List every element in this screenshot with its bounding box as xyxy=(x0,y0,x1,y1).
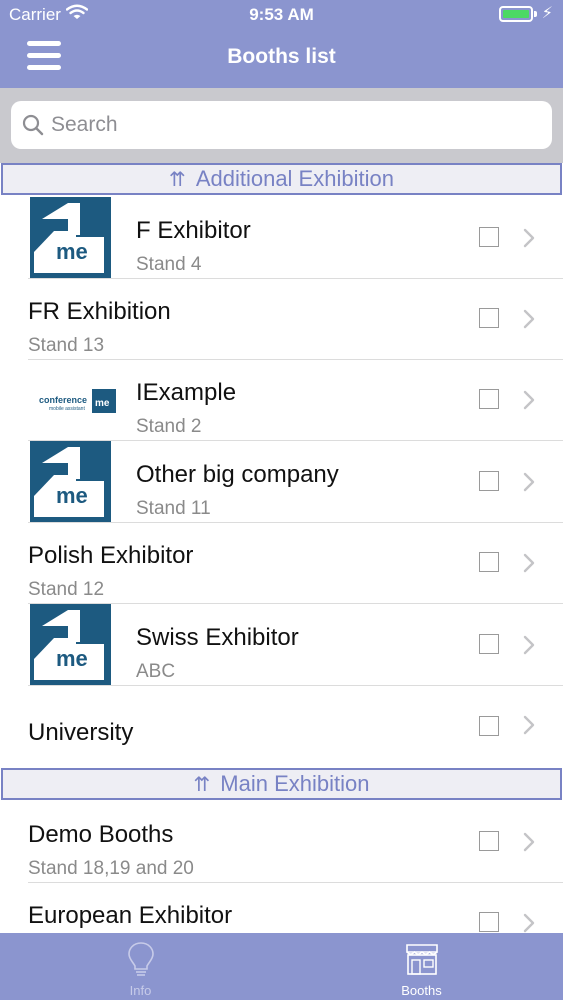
booth-stand: Stand 2 xyxy=(136,416,202,437)
collapse-arrows-icon: ⇈ xyxy=(169,169,186,191)
chevron-right-icon xyxy=(523,228,535,248)
booth-name: Other big company xyxy=(136,461,339,488)
section-title: Additional Exhibition xyxy=(195,166,394,191)
booth-name: European Exhibitor xyxy=(28,902,233,929)
search-field[interactable] xyxy=(11,101,552,149)
booth-row-iexample[interactable]: conference mobile assistant me IExample … xyxy=(0,360,563,441)
chevron-right-icon xyxy=(523,553,535,573)
tab-bar: Info Booths xyxy=(0,933,563,1000)
page-title: Booths list xyxy=(227,45,336,68)
status-bar: Carrier 9:53 AM ⚡ xyxy=(0,0,563,30)
nav-header: Carrier 9:53 AM ⚡ Booths list xyxy=(0,0,563,88)
favorite-checkbox[interactable] xyxy=(479,308,499,328)
favorite-checkbox[interactable] xyxy=(479,552,499,572)
booth-name: FR Exhibition xyxy=(28,298,171,325)
chevron-right-icon xyxy=(523,832,535,852)
logo-text: me xyxy=(56,646,88,671)
company-logo: me xyxy=(30,604,111,685)
booth-row-polish-exhibitor[interactable]: Polish Exhibitor Stand 12 xyxy=(0,523,563,604)
section-title: Main Exhibition xyxy=(220,771,370,796)
chevron-right-icon xyxy=(523,635,535,655)
favorite-checkbox[interactable] xyxy=(479,471,499,491)
booth-stand: Stand 11 xyxy=(136,498,211,519)
booth-row-f-exhibitor[interactable]: me F Exhibitor Stand 4 xyxy=(0,197,563,279)
company-logo: me xyxy=(30,441,111,522)
tab-label: Booths xyxy=(401,983,442,998)
booth-stand: ABC xyxy=(136,661,176,682)
company-logo: me xyxy=(30,197,111,278)
booth-row-other-big-company[interactable]: me Other big company Stand 11 xyxy=(0,441,563,523)
logo-text: me xyxy=(56,239,88,264)
booth-row-university[interactable]: University xyxy=(0,686,563,768)
search-input[interactable] xyxy=(51,101,541,149)
charging-icon: ⚡ xyxy=(541,5,553,22)
logo-text: conference xyxy=(39,395,88,405)
chevron-right-icon xyxy=(523,472,535,492)
booth-row-demo-booths[interactable]: Demo Booths Stand 18,19 and 20 xyxy=(0,801,563,883)
chevron-right-icon xyxy=(523,309,535,329)
favorite-checkbox[interactable] xyxy=(479,831,499,851)
section-header-additional[interactable]: ⇈ Additional Exhibition xyxy=(1,163,562,195)
chevron-right-icon xyxy=(523,715,535,735)
booth-row-fr-exhibition[interactable]: FR Exhibition Stand 13 xyxy=(0,279,563,360)
favorite-checkbox[interactable] xyxy=(479,634,499,654)
booth-stand: Stand 13 xyxy=(28,335,105,356)
booth-stand: Stand 4 xyxy=(136,254,202,275)
chevron-right-icon xyxy=(523,390,535,410)
tab-booths[interactable]: Booths xyxy=(281,933,562,1000)
booth-row-european-exhibitor[interactable]: European Exhibitor xyxy=(0,883,563,933)
favorite-checkbox[interactable] xyxy=(479,912,499,932)
collapse-arrows-icon: ⇈ xyxy=(193,774,211,796)
booth-name: Demo Booths xyxy=(28,821,174,848)
booth-name: F Exhibitor xyxy=(136,217,251,244)
search-bar xyxy=(0,88,563,163)
tab-label: Info xyxy=(129,983,152,998)
booth-icon xyxy=(406,944,438,975)
booth-name: Polish Exhibitor xyxy=(28,542,194,569)
booth-row-swiss-exhibitor[interactable]: me Swiss Exhibitor ABC xyxy=(0,604,563,686)
logo-text: me xyxy=(56,483,88,508)
section-header-main[interactable]: ⇈ Main Exhibition xyxy=(1,768,562,800)
booth-name: University xyxy=(28,719,134,746)
lightbulb-icon xyxy=(128,942,154,976)
status-time: 9:53 AM xyxy=(249,5,314,24)
booth-stand: Stand 12 xyxy=(28,579,105,600)
logo-tagline: mobile assistant xyxy=(49,406,85,412)
battery-icon xyxy=(499,6,533,22)
booth-stand: Stand 18,19 and 20 xyxy=(28,858,194,879)
logo-badge: me xyxy=(95,398,110,409)
company-logo: conference mobile assistant me xyxy=(39,387,117,417)
favorite-checkbox[interactable] xyxy=(479,716,499,736)
chevron-right-icon xyxy=(523,913,535,933)
tab-info[interactable]: Info xyxy=(0,933,281,1000)
favorite-checkbox[interactable] xyxy=(479,227,499,247)
search-icon xyxy=(21,113,45,142)
booth-name: IExample xyxy=(136,379,237,406)
favorite-checkbox[interactable] xyxy=(479,389,499,409)
booth-name: Swiss Exhibitor xyxy=(136,624,299,651)
